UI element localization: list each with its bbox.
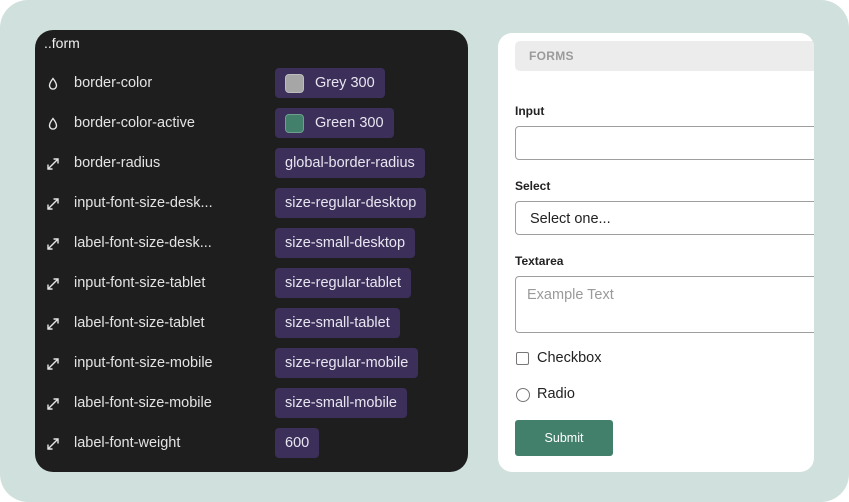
input-label: Input <box>515 104 545 118</box>
token-value: Green 300 <box>315 115 384 131</box>
select-value: Select one... <box>530 211 611 227</box>
token-value-chip[interactable]: size-regular-mobile <box>275 348 419 378</box>
token-row[interactable]: label-font-size-desk... size-small-deskt… <box>35 228 468 260</box>
select-label: Select <box>515 179 551 193</box>
resize-arrow-icon <box>45 236 61 252</box>
token-value-chip[interactable]: Grey 300 <box>275 68 385 98</box>
token-name: label-font-size-mobile <box>74 395 212 411</box>
token-name: label-font-size-tablet <box>74 315 205 331</box>
token-value: Grey 300 <box>315 75 375 91</box>
submit-button[interactable]: Submit <box>515 420 613 456</box>
drop-icon <box>45 76 61 92</box>
token-row[interactable]: border-radius global-border-radius <box>35 148 468 180</box>
checkbox-label[interactable]: Checkbox <box>537 350 601 366</box>
token-value-chip[interactable]: 600 <box>275 428 320 458</box>
tokens-panel: ..form border-color Grey 300 border-colo… <box>35 30 468 472</box>
drop-icon <box>45 116 61 132</box>
token-row[interactable]: border-color-active Green 300 <box>35 108 468 140</box>
token-name: label-font-size-desk... <box>74 235 212 251</box>
token-row[interactable]: input-font-size-desk... size-regular-des… <box>35 188 468 220</box>
canvas-background: ..form border-color Grey 300 border-colo… <box>0 0 849 502</box>
color-swatch <box>285 113 304 133</box>
token-name: border-color <box>74 75 153 91</box>
radio-label[interactable]: Radio <box>537 386 575 402</box>
token-name: input-font-size-desk... <box>74 195 213 211</box>
token-value-chip[interactable]: global-border-radius <box>275 148 425 178</box>
token-row[interactable]: label-font-size-mobile size-small-mobile <box>35 388 468 420</box>
forms-header: FORMS <box>515 41 814 71</box>
token-name: input-font-size-mobile <box>74 355 213 371</box>
select-dropdown[interactable]: Select one... <box>515 201 814 235</box>
token-name: border-color-active <box>74 115 195 131</box>
forms-header-title: FORMS <box>529 49 574 63</box>
token-row[interactable]: input-font-size-tablet size-regular-tabl… <box>35 268 468 300</box>
token-row[interactable]: label-font-weight 600 <box>35 428 468 460</box>
resize-arrow-icon <box>45 356 61 372</box>
token-row[interactable]: label-font-size-tablet size-small-tablet <box>35 308 468 340</box>
token-value-chip[interactable]: size-small-desktop <box>275 228 416 258</box>
text-input[interactable] <box>515 126 814 160</box>
token-value-chip[interactable]: size-regular-desktop <box>275 188 427 218</box>
textarea-placeholder: Example Text <box>527 287 614 303</box>
textarea-label: Textarea <box>515 254 564 268</box>
token-value-chip[interactable]: size-small-tablet <box>275 308 400 338</box>
token-row[interactable]: border-color Grey 300 <box>35 68 468 100</box>
resize-arrow-icon <box>45 316 61 332</box>
textarea-field[interactable]: Example Text <box>515 276 814 333</box>
token-name: input-font-size-tablet <box>74 275 206 291</box>
token-name: border-radius <box>74 155 161 171</box>
resize-arrow-icon <box>45 436 61 452</box>
resize-arrow-icon <box>45 396 61 412</box>
radio-button[interactable] <box>516 388 530 402</box>
form-preview-panel: FORMS Input Select Select one... Textare… <box>498 33 814 472</box>
resize-arrow-icon <box>45 156 61 172</box>
token-row[interactable]: input-font-size-mobile size-regular-mobi… <box>35 348 468 380</box>
tokens-panel-title: ..form <box>44 35 80 51</box>
token-value-chip[interactable]: Green 300 <box>275 108 394 138</box>
checkbox[interactable] <box>516 352 529 365</box>
token-value-chip[interactable]: size-small-mobile <box>275 388 407 418</box>
resize-arrow-icon <box>45 196 61 212</box>
resize-arrow-icon <box>45 276 61 292</box>
token-name: label-font-weight <box>74 435 181 451</box>
token-value-chip[interactable]: size-regular-tablet <box>275 268 412 298</box>
color-swatch <box>285 73 304 93</box>
